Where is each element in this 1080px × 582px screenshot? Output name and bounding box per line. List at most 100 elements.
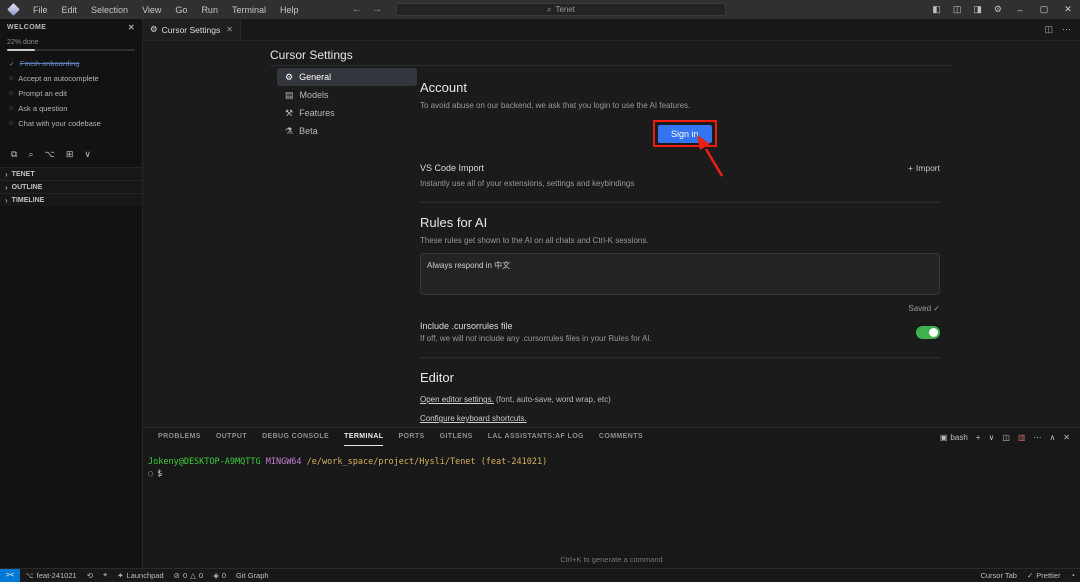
panel-tab-assistants-log[interactable]: LAL ASSISTANTS:AF LOG — [488, 428, 584, 446]
open-editor-settings-link[interactable]: Open editor settings. — [420, 395, 494, 404]
terminal-input-line: ○$ — [148, 468, 1080, 480]
history-back-icon[interactable]: ← — [352, 4, 362, 15]
panel-more-icon[interactable]: ⋯ — [1033, 433, 1041, 442]
toggle-panel-icon[interactable]: ◫ — [947, 4, 968, 15]
maximize-panel-icon[interactable]: ∧ — [1049, 433, 1055, 442]
launchpad-item[interactable]: ✦ Launchpad — [112, 569, 168, 581]
bell-icon: ◔ — [1070, 571, 1075, 580]
settings-content: Account To avoid abuse on our backend, w… — [420, 68, 940, 442]
settings-gear-icon[interactable]: ⚙ — [988, 4, 1008, 15]
cursor-tab-indicator[interactable]: Cursor Tab — [975, 569, 1022, 581]
panel-tab-ports[interactable]: PORTS — [398, 428, 424, 446]
close-panel-icon[interactable]: ✕ — [1063, 433, 1070, 442]
menu-view[interactable]: View — [135, 0, 168, 19]
primary-sidebar: WELCOME ✕ 22% done ✓ Finish onboarding ○… — [0, 19, 143, 568]
window-maximize-button[interactable]: ▢ — [1032, 0, 1056, 19]
panel-tab-gitlens[interactable]: GITLENS — [440, 428, 473, 446]
git-graph-item[interactable]: Git Graph — [231, 569, 274, 581]
sidebar-section-outline[interactable]: › OUTLINE — [0, 180, 142, 193]
check-icon: ✓ — [1027, 571, 1033, 580]
search-icon: ⌕ — [547, 5, 551, 15]
circle-icon: ○ — [9, 120, 13, 127]
terminal-dropdown-icon[interactable]: ∨ — [988, 433, 994, 442]
command-decoration-icon: ○ — [148, 469, 153, 479]
sign-in-button[interactable]: Sign in — [658, 125, 712, 143]
problems-indicator[interactable]: ⊘ 0 △ 0 — [169, 569, 208, 581]
source-control-icon[interactable]: ⌥ — [44, 149, 54, 160]
welcome-item-finish-onboarding[interactable]: ✓ Finish onboarding — [0, 56, 142, 71]
bottom-panel: PROBLEMS OUTPUT DEBUG CONSOLE TERMINAL P… — [143, 427, 1080, 568]
toggle-secondary-sidebar-icon[interactable]: ◨ — [967, 4, 988, 15]
menu-edit[interactable]: Edit — [55, 0, 85, 19]
settings-nav-general[interactable]: ⚙ General — [277, 68, 417, 86]
kill-terminal-icon[interactable]: ▥ — [1018, 433, 1026, 442]
split-terminal-icon[interactable]: ◫ — [1002, 433, 1010, 442]
menu-go[interactable]: Go — [168, 0, 194, 19]
extensions-icon[interactable]: ⊞ — [66, 149, 74, 160]
welcome-item-ask-question[interactable]: ○ Ask a question — [0, 101, 142, 116]
chevron-down-icon[interactable]: ∨ — [84, 149, 91, 160]
welcome-item-prompt-edit[interactable]: ○ Prompt an edit — [0, 86, 142, 101]
panel-tab-problems[interactable]: PROBLEMS — [158, 428, 201, 446]
sidebar-section-tenet[interactable]: › TENET — [0, 167, 142, 180]
settings-nav-models[interactable]: ▤ Models — [277, 86, 417, 104]
rules-description: These rules get shown to the AI on all c… — [420, 236, 940, 245]
command-center-search[interactable]: ⌕ Tenet — [396, 3, 726, 16]
tab-cursor-settings[interactable]: ⚙ Cursor Settings ✕ — [143, 19, 241, 40]
menu-help[interactable]: Help — [273, 0, 306, 19]
divider — [420, 202, 940, 203]
welcome-title: WELCOME — [7, 24, 46, 31]
panel-tab-debug-console[interactable]: DEBUG CONSOLE — [262, 428, 329, 446]
settings-nav-beta[interactable]: ⚗ Beta — [277, 122, 417, 140]
sidebar-toolbar: ⧉ ⌕ ⌥ ⊞ ∨ — [0, 139, 142, 167]
warning-icon: △ — [190, 571, 196, 580]
settings-nav-features[interactable]: ⚒ Features — [277, 104, 417, 122]
tab-close-icon[interactable]: ✕ — [226, 25, 233, 34]
menu-run[interactable]: Run — [194, 0, 225, 19]
extra-counter[interactable]: ◈ 0 — [208, 569, 231, 581]
window-minimize-button[interactable]: – — [1008, 0, 1032, 19]
remote-indicator[interactable]: >< — [0, 569, 20, 582]
target-icon: ⌖ — [103, 570, 107, 580]
welcome-item-chat-codebase[interactable]: ○ Chat with your codebase — [0, 116, 142, 131]
window-close-button[interactable]: ✕ — [1056, 0, 1080, 19]
terminal-branch: (feat-241021) — [481, 457, 548, 467]
rules-heading: Rules for AI — [420, 215, 940, 230]
branch-icon: ⌥ — [25, 571, 34, 580]
page-title: Cursor Settings — [270, 48, 353, 62]
files-icon[interactable]: ⧉ — [11, 149, 17, 160]
panel-tab-terminal[interactable]: TERMINAL — [344, 428, 383, 446]
saved-status: Saved ✓ — [420, 304, 940, 313]
new-terminal-icon[interactable]: + — [976, 433, 981, 442]
welcome-close-icon[interactable]: ✕ — [128, 23, 135, 32]
import-button[interactable]: + Import — [908, 163, 940, 173]
cursorrules-toggle[interactable] — [916, 326, 940, 339]
terminal-user-host: Jokeny@DESKTOP-A9MQTTG — [148, 457, 261, 467]
notifications-item[interactable]: ◔ — [1065, 569, 1080, 581]
split-editor-icon[interactable]: ◫ — [1044, 24, 1053, 35]
search-icon[interactable]: ⌕ — [28, 149, 33, 160]
menu-selection[interactable]: Selection — [84, 0, 135, 19]
chevron-right-icon: › — [5, 170, 8, 179]
menu-file[interactable]: File — [26, 0, 55, 19]
history-forward-icon[interactable]: → — [372, 4, 382, 15]
toggle-sidebar-icon[interactable]: ◧ — [926, 4, 947, 15]
shell-selector[interactable]: ▣ bash — [940, 433, 968, 442]
panel-tab-comments[interactable]: COMMENTS — [599, 428, 643, 446]
configure-shortcuts-link[interactable]: Configure keyboard shortcuts. — [420, 414, 527, 423]
annotation-highlight-box: Sign in — [653, 120, 717, 147]
panel-tab-output[interactable]: OUTPUT — [216, 428, 247, 446]
terminal-path: /e/work_space/project/Hysli/Tenet — [307, 457, 476, 467]
terminal-body[interactable]: Jokeny@DESKTOP-A9MQTTG MINGW64 /e/work_s… — [143, 446, 1080, 480]
prettier-indicator[interactable]: ✓ Prettier — [1022, 569, 1065, 581]
tab-label: Cursor Settings — [162, 25, 221, 35]
sidebar-section-timeline[interactable]: › TIMELINE — [0, 193, 142, 206]
branch-indicator[interactable]: ⌥ feat-241021 — [20, 569, 82, 581]
more-actions-icon[interactable]: ⋯ — [1062, 24, 1071, 35]
target-indicator[interactable]: ⌖ — [98, 569, 112, 581]
sync-indicator[interactable]: ⟲ — [82, 569, 98, 581]
error-icon: ⊘ — [174, 571, 180, 580]
rules-textarea[interactable]: Always respond in 中文 — [420, 253, 940, 295]
menu-terminal[interactable]: Terminal — [225, 0, 273, 19]
welcome-item-autocomplete[interactable]: ○ Accept an autocomplete — [0, 71, 142, 86]
